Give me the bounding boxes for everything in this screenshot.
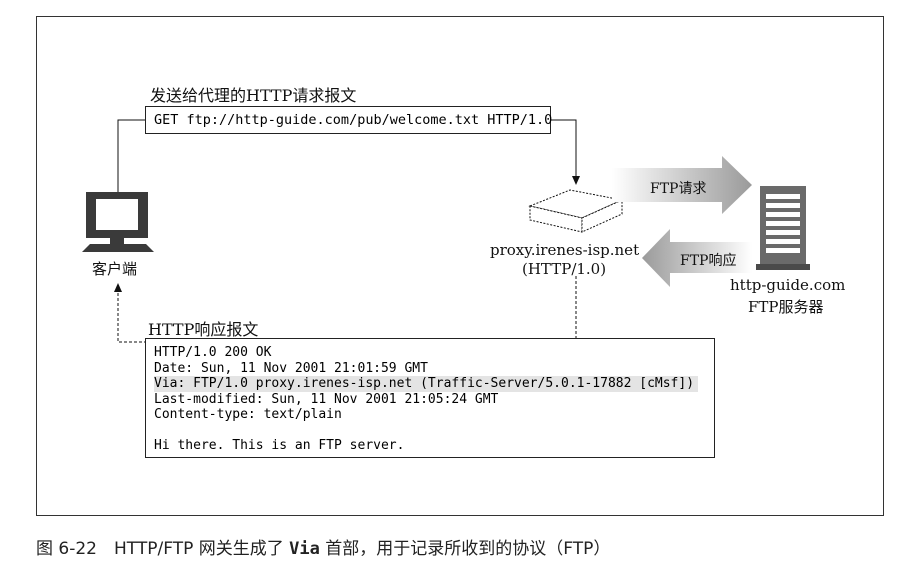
proxy-box-icon xyxy=(528,189,624,233)
server-icon xyxy=(756,186,810,270)
response-content-type-header: Content-type: text/plain xyxy=(154,407,342,422)
response-arrowhead xyxy=(114,283,122,292)
caption-code: Via xyxy=(289,539,320,559)
figure-caption: 图 6-22 HTTP/FTP 网关生成了 Via 首部，用于记录所收到的协议（… xyxy=(36,534,610,559)
caption-suffix: 首部，用于记录所收到的协议（FTP） xyxy=(319,539,611,559)
proxy-version: (HTTP/1.0) xyxy=(522,260,607,278)
request-line: GET ftp://http-guide.com/pub/welcome.txt… xyxy=(154,112,553,128)
ftp-request-label: FTP请求 xyxy=(650,181,707,197)
server-hostname: http-guide.com xyxy=(730,276,846,294)
request-message-box: GET ftp://http-guide.com/pub/welcome.txt… xyxy=(145,106,553,134)
response-message-box: HTTP/1.0 200 OK Date: Sun, 11 Nov 2001 2… xyxy=(145,338,715,458)
request-title: 发送给代理的HTTP请求报文 xyxy=(150,86,357,105)
caption-prefix: 图 6-22 HTTP/FTP 网关生成了 xyxy=(36,539,290,559)
response-last-modified-header: Last-modified: Sun, 11 Nov 2001 21:05:24… xyxy=(154,391,499,407)
response-blank-line xyxy=(154,423,714,439)
response-title: HTTP响应报文 xyxy=(148,320,259,339)
ftp-response-label: FTP响应 xyxy=(680,253,737,269)
computer-icon xyxy=(82,192,154,252)
response-status-line: HTTP/1.0 200 OK xyxy=(154,345,272,360)
response-date-header: Date: Sun, 11 Nov 2001 21:01:59 GMT xyxy=(154,360,428,376)
client-label: 客户端 xyxy=(92,260,138,278)
response-via-header: Via: FTP/1.0 proxy.irenes-isp.net (Traff… xyxy=(154,376,699,392)
proxy-hostname: proxy.irenes-isp.net xyxy=(490,241,640,259)
server-role: FTP服务器 xyxy=(748,298,824,316)
response-body: Hi there. This is an FTP server. xyxy=(154,438,405,453)
